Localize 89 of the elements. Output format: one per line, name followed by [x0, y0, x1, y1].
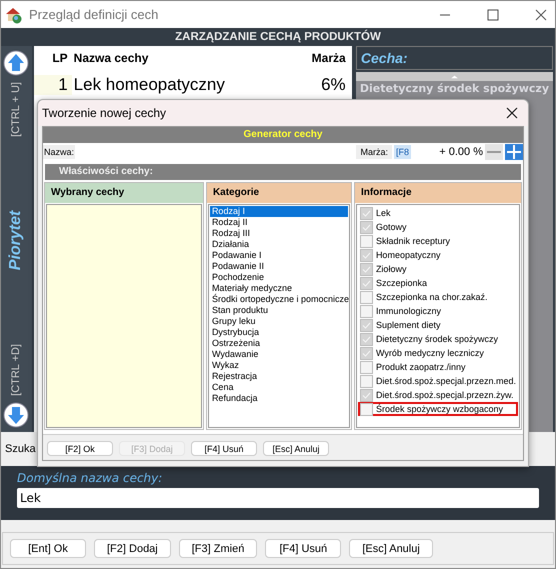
- checkbox-label: Ziołowy: [376, 264, 406, 274]
- category-item[interactable]: Refundacja: [210, 393, 348, 404]
- close-icon[interactable]: [506, 107, 518, 119]
- checkbox[interactable]: [360, 346, 373, 360]
- checkbox[interactable]: [360, 206, 373, 220]
- checkbox[interactable]: [360, 402, 373, 416]
- checkbox[interactable]: [360, 388, 373, 402]
- category-item[interactable]: Rejestracja: [210, 371, 348, 382]
- checkbox[interactable]: [360, 220, 373, 234]
- section-header: Właściwości cechy:: [45, 164, 521, 180]
- category-item[interactable]: Wydawanie: [210, 349, 348, 360]
- checkbox[interactable]: [360, 332, 373, 346]
- checkbox[interactable]: [360, 304, 373, 318]
- dialog-button[interactable]: [F2] Ok: [47, 441, 113, 456]
- category-item[interactable]: Dystrybucja: [210, 327, 348, 338]
- house-globe-icon: [5, 6, 23, 24]
- checkbox-label: Środek spożywczy wzbogacony: [376, 404, 503, 414]
- table-cell-text: 6%: [320, 75, 347, 95]
- column-header: Nazwa cechy: [72, 51, 150, 65]
- checkbox-label: Składnik receptury: [376, 236, 450, 246]
- column-header: Marża: [310, 51, 347, 65]
- checkbox-label: Homeopatyczny: [376, 250, 440, 260]
- category-item[interactable]: Podawanie I: [210, 250, 348, 261]
- checkbox-label: Diet.środ.spoż.specjal.przezn.żyw.: [376, 390, 514, 400]
- shortcut-label: [F8: [394, 145, 411, 159]
- input-field[interactable]: Lek: [17, 488, 539, 508]
- category-item[interactable]: Podawanie II: [210, 261, 348, 272]
- checkbox-label: Dietetyczny środek spożywczy: [376, 334, 498, 344]
- dialog-button[interactable]: [Esc] Anuluj: [263, 441, 329, 456]
- checkbox-label: Szczepionka: [376, 278, 427, 288]
- action-button[interactable]: [F3] Zmień: [178, 539, 258, 558]
- shortcut-label: [CTRL + U]: [10, 82, 22, 137]
- action-button[interactable]: [Esc] Anuluj: [349, 539, 433, 558]
- column-header: Informacje: [354, 183, 521, 203]
- checkbox-label: Lek: [376, 208, 390, 218]
- table-cell: 1: [34, 75, 72, 95]
- column-header: Kategorie: [206, 183, 351, 203]
- category-item[interactable]: Rodzaj II: [210, 217, 348, 228]
- action-button[interactable]: [Ent] Ok: [10, 539, 86, 558]
- category-item[interactable]: Rodzaj I: [210, 206, 348, 217]
- column-header: LP: [51, 51, 69, 65]
- checkbox[interactable]: [360, 248, 373, 262]
- search-label: Szuka: [5, 443, 36, 455]
- window-title: Przegląd definicji cech: [29, 7, 160, 22]
- field-label: Nazwa:: [43, 145, 76, 159]
- category-item[interactable]: Pochodzenie: [210, 272, 348, 283]
- checkbox-label: Wyrób medyczny leczniczy: [376, 348, 484, 358]
- priority-label: Piorytet: [7, 209, 26, 272]
- table-cell[interactable]: Lek homeopatyczny: [72, 75, 296, 95]
- plus-icon[interactable]: [505, 144, 523, 160]
- close-icon[interactable]: [535, 8, 547, 20]
- checkbox[interactable]: [360, 360, 373, 374]
- field-label: Domyślna nazwa cechy:: [17, 471, 164, 485]
- section-header: Generator cechy: [43, 127, 523, 143]
- minus-icon[interactable]: [485, 144, 503, 160]
- category-item[interactable]: Działania: [210, 239, 348, 250]
- checkbox[interactable]: [360, 262, 373, 276]
- category-item[interactable]: Ostrzeżenia: [210, 338, 348, 349]
- action-button[interactable]: [F2] Dodaj: [94, 539, 171, 558]
- checkbox-label: Gotowy: [376, 222, 406, 232]
- action-button[interactable]: [F4] Usuń: [265, 539, 342, 558]
- category-item[interactable]: Wykaz: [210, 360, 348, 371]
- scroll-up-icon[interactable]: [356, 72, 553, 81]
- checkbox[interactable]: [360, 276, 373, 290]
- checkbox[interactable]: [360, 318, 373, 332]
- category-item[interactable]: Cena: [210, 382, 348, 393]
- category-item[interactable]: Stan produktu: [210, 305, 348, 316]
- dialog-title: Tworzenie nowej cechy: [42, 106, 166, 120]
- shortcut-label: [CTRL +D]: [10, 344, 22, 396]
- category-item[interactable]: Środki ortopedyczne i pomocnicze: [210, 294, 348, 305]
- checkbox-label: Szczepionka na chor.zakaź.: [376, 292, 488, 302]
- column-header: Wybrany cechy: [45, 183, 203, 203]
- checkbox-label: Diet.środ.spoż.specjal.przezn.med.: [376, 376, 516, 386]
- checkbox[interactable]: [360, 290, 373, 304]
- checkbox-label: Produkt zaopatrz./inny: [376, 362, 466, 372]
- checkbox-label: Suplement diety: [376, 320, 440, 330]
- section-header: ZARZĄDZANIE CECHĄ PRODUKTÓW: [1, 28, 555, 46]
- category-item[interactable]: Rodzaj III: [210, 228, 348, 239]
- margin-field[interactable]: + 0.00 %: [413, 146, 483, 158]
- checkbox[interactable]: [360, 374, 373, 388]
- dialog-button[interactable]: [F4] Usuń: [191, 441, 257, 456]
- field-label: Marża:: [356, 145, 392, 159]
- checkbox-label: Immunologiczny: [376, 306, 441, 316]
- category-item[interactable]: Materiały medyczne: [210, 283, 348, 294]
- feature-text: Dietetyczny środek spożywczy: [360, 82, 549, 95]
- category-item[interactable]: Grupy leku: [210, 316, 348, 327]
- maximize-icon[interactable]: [487, 8, 499, 20]
- panel-title: Cecha:: [356, 46, 553, 70]
- checkbox[interactable]: [360, 234, 373, 248]
